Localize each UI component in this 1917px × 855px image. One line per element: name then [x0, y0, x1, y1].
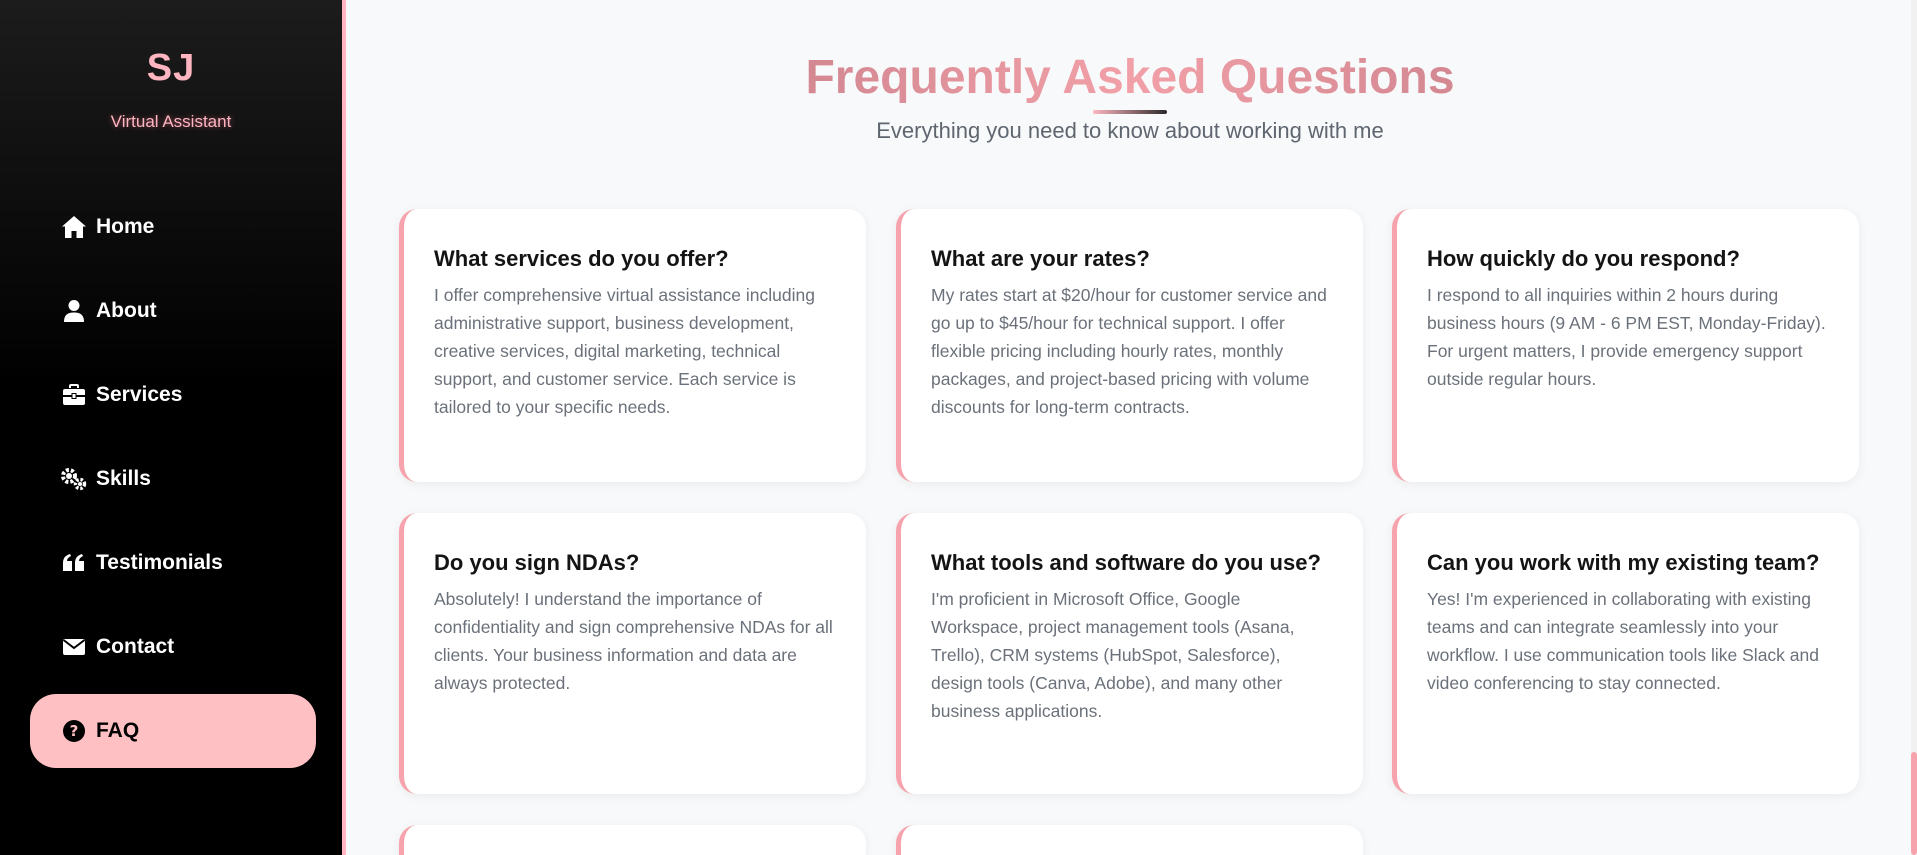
sidebar-item-skills[interactable]: Skills	[30, 442, 316, 516]
faq-answer: Yes! I'm experienced in collaborating wi…	[1427, 589, 1819, 693]
sidebar-item-contact[interactable]: Contact	[30, 610, 316, 684]
faq-answer: Absolutely! I understand the importance …	[434, 589, 833, 693]
scrollbar-thumb[interactable]	[1911, 752, 1917, 855]
faq-card[interactable]	[896, 825, 1363, 855]
sidebar-nav: Home About Services Skills Testimonials	[30, 190, 316, 778]
faq-card[interactable]: What are your rates? My rates start at $…	[896, 209, 1363, 482]
sidebar-item-label: About	[96, 299, 157, 322]
svg-text:?: ?	[70, 722, 79, 740]
faq-section: Frequently Asked Questions Everything yo…	[350, 0, 1917, 855]
sidebar-item-label: Skills	[96, 467, 151, 490]
faq-answer: I respond to all inquiries within 2 hour…	[1427, 285, 1826, 389]
faq-card[interactable]: Can you work with my existing team? Yes!…	[1392, 513, 1859, 794]
faq-card[interactable]	[399, 825, 866, 855]
faq-header: Frequently Asked Questions Everything yo…	[350, 48, 1910, 144]
faq-question: What tools and software do you use?	[931, 550, 1321, 575]
sidebar-item-label: Testimonials	[96, 551, 223, 574]
faq-card[interactable]: How quickly do you respond? I respond to…	[1392, 209, 1859, 482]
home-icon	[60, 213, 88, 241]
sidebar-item-label: Contact	[96, 635, 175, 658]
sidebar-item-home[interactable]: Home	[30, 190, 316, 264]
envelope-icon	[60, 633, 88, 661]
faq-question: Do you sign NDAs?	[434, 550, 640, 575]
sidebar-item-about[interactable]: About	[30, 274, 316, 348]
faq-answer: I offer comprehensive virtual assistance…	[434, 285, 815, 417]
faq-question: What are your rates?	[931, 246, 1150, 271]
gears-icon	[60, 465, 88, 493]
sidebar-item-testimonials[interactable]: Testimonials	[30, 526, 316, 600]
title-underline	[1093, 110, 1167, 114]
page-title: Frequently Asked Questions	[350, 48, 1910, 108]
logo[interactable]: SJ	[0, 44, 342, 92]
faq-answer: I'm proficient in Microsoft Office, Goog…	[931, 589, 1295, 721]
question-circle-icon: ?	[60, 717, 88, 745]
faq-card[interactable]: What tools and software do you use? I'm …	[896, 513, 1363, 794]
quote-icon	[60, 549, 88, 577]
sidebar-item-faq[interactable]: ? FAQ	[30, 694, 316, 768]
page-subtitle: Everything you need to know about workin…	[876, 118, 1384, 143]
sidebar-item-label: Services	[96, 383, 183, 406]
sidebar-item-label: FAQ	[96, 719, 140, 742]
briefcase-icon	[60, 381, 88, 409]
faq-answer: My rates start at $20/hour for customer …	[931, 285, 1327, 417]
sidebar: SJ Virtual Assistant Home About Services	[0, 0, 346, 855]
scrollbar[interactable]	[1911, 0, 1917, 855]
user-icon	[60, 297, 88, 325]
faq-card[interactable]: What services do you offer? I offer comp…	[399, 209, 866, 482]
faq-question: How quickly do you respond?	[1427, 246, 1740, 271]
sidebar-item-label: Home	[96, 215, 155, 238]
sidebar-item-services[interactable]: Services	[30, 358, 316, 432]
brand: SJ Virtual Assistant	[0, 0, 342, 132]
faq-question: Can you work with my existing team?	[1427, 550, 1820, 575]
tagline: Virtual Assistant	[110, 112, 232, 131]
faq-question: What services do you offer?	[434, 246, 729, 271]
faq-card[interactable]: Do you sign NDAs? Absolutely! I understa…	[399, 513, 866, 794]
